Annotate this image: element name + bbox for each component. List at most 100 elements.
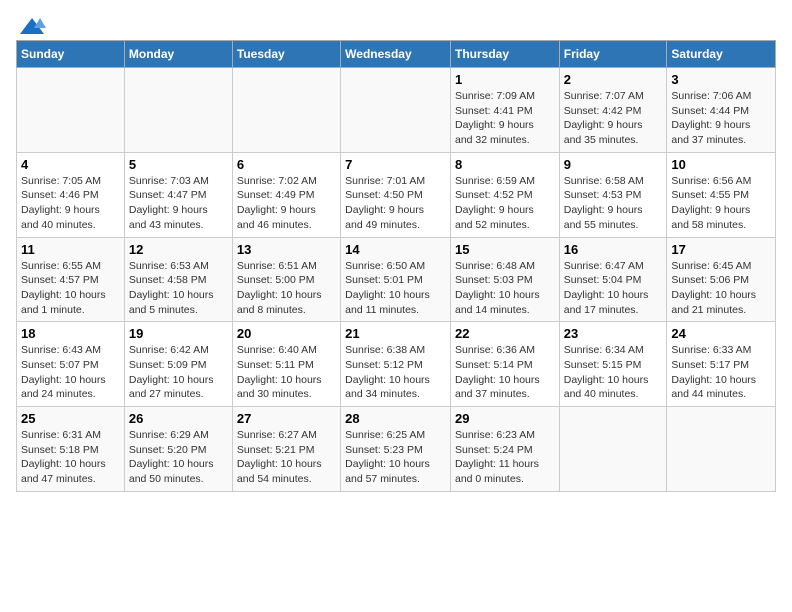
- day-number: 24: [671, 326, 771, 341]
- day-info: Sunrise: 6:45 AM Sunset: 5:06 PM Dayligh…: [671, 259, 771, 318]
- day-info: Sunrise: 7:06 AM Sunset: 4:44 PM Dayligh…: [671, 89, 771, 148]
- day-cell: 21 Sunrise: 6:38 AM Sunset: 5:12 PM Dayli…: [341, 322, 451, 407]
- day-info: Sunrise: 7:09 AM Sunset: 4:41 PM Dayligh…: [455, 89, 555, 148]
- day-info: Sunrise: 7:01 AM Sunset: 4:50 PM Dayligh…: [345, 174, 446, 233]
- day-number: 9: [564, 157, 663, 172]
- day-number: 6: [237, 157, 336, 172]
- day-number: 10: [671, 157, 771, 172]
- day-cell: 15 Sunrise: 6:48 AM Sunset: 5:03 PM Dayli…: [450, 237, 559, 322]
- day-cell: 13 Sunrise: 6:51 AM Sunset: 5:00 PM Dayli…: [232, 237, 340, 322]
- day-info: Sunrise: 6:43 AM Sunset: 5:07 PM Dayligh…: [21, 343, 120, 402]
- day-cell: 23Sunrise: 6:34 AM Sunset: 5:15 PM Dayli…: [559, 322, 667, 407]
- day-number: 12: [129, 242, 228, 257]
- day-info: Sunrise: 7:02 AM Sunset: 4:49 PM Dayligh…: [237, 174, 336, 233]
- day-info: Sunrise: 7:07 AM Sunset: 4:42 PM Dayligh…: [564, 89, 663, 148]
- header-friday: Friday: [559, 41, 667, 68]
- header-row: SundayMondayTuesdayWednesdayThursdayFrid…: [17, 41, 776, 68]
- day-info: Sunrise: 6:56 AM Sunset: 4:55 PM Dayligh…: [671, 174, 771, 233]
- day-number: 21: [345, 326, 446, 341]
- week-row-2: 4 Sunrise: 7:05 AM Sunset: 4:46 PM Daylig…: [17, 152, 776, 237]
- day-info: Sunrise: 6:50 AM Sunset: 5:01 PM Dayligh…: [345, 259, 446, 318]
- day-cell: 8 Sunrise: 6:59 AM Sunset: 4:52 PM Daylig…: [450, 152, 559, 237]
- day-info: Sunrise: 6:38 AM Sunset: 5:12 PM Dayligh…: [345, 343, 446, 402]
- day-cell: [232, 68, 340, 153]
- day-info: Sunrise: 6:58 AM Sunset: 4:53 PM Dayligh…: [564, 174, 663, 233]
- day-number: 29: [455, 411, 555, 426]
- day-number: 26: [129, 411, 228, 426]
- day-number: 3: [671, 72, 771, 87]
- day-cell: 29 Sunrise: 6:23 AM Sunset: 5:24 PM Dayli…: [450, 407, 559, 492]
- day-cell: 10 Sunrise: 6:56 AM Sunset: 4:55 PM Dayli…: [667, 152, 776, 237]
- day-cell: 4 Sunrise: 7:05 AM Sunset: 4:46 PM Daylig…: [17, 152, 125, 237]
- calendar-table: SundayMondayTuesdayWednesdayThursdayFrid…: [16, 40, 776, 492]
- day-number: 5: [129, 157, 228, 172]
- day-number: 17: [671, 242, 771, 257]
- day-cell: 18 Sunrise: 6:43 AM Sunset: 5:07 PM Dayli…: [17, 322, 125, 407]
- day-info: Sunrise: 6:42 AM Sunset: 5:09 PM Dayligh…: [129, 343, 228, 402]
- week-row-3: 11 Sunrise: 6:55 AM Sunset: 4:57 PM Dayli…: [17, 237, 776, 322]
- day-info: Sunrise: 6:48 AM Sunset: 5:03 PM Dayligh…: [455, 259, 555, 318]
- day-number: 25: [21, 411, 120, 426]
- day-cell: [17, 68, 125, 153]
- day-number: 1: [455, 72, 555, 87]
- header-monday: Monday: [124, 41, 232, 68]
- day-cell: [559, 407, 667, 492]
- day-cell: 19Sunrise: 6:42 AM Sunset: 5:09 PM Dayli…: [124, 322, 232, 407]
- day-number: 18: [21, 326, 120, 341]
- day-info: Sunrise: 6:29 AM Sunset: 5:20 PM Dayligh…: [129, 428, 228, 487]
- day-cell: 28 Sunrise: 6:25 AM Sunset: 5:23 PM Dayli…: [341, 407, 451, 492]
- day-number: 28: [345, 411, 446, 426]
- day-cell: 20 Sunrise: 6:40 AM Sunset: 5:11 PM Dayli…: [232, 322, 340, 407]
- day-number: 11: [21, 242, 120, 257]
- day-cell: 2Sunrise: 7:07 AM Sunset: 4:42 PM Daylig…: [559, 68, 667, 153]
- day-number: 16: [564, 242, 663, 257]
- day-number: 13: [237, 242, 336, 257]
- header-tuesday: Tuesday: [232, 41, 340, 68]
- day-info: Sunrise: 6:59 AM Sunset: 4:52 PM Dayligh…: [455, 174, 555, 233]
- day-number: 20: [237, 326, 336, 341]
- day-info: Sunrise: 6:55 AM Sunset: 4:57 PM Dayligh…: [21, 259, 120, 318]
- day-info: Sunrise: 6:25 AM Sunset: 5:23 PM Dayligh…: [345, 428, 446, 487]
- header-wednesday: Wednesday: [341, 41, 451, 68]
- week-row-1: 1 Sunrise: 7:09 AM Sunset: 4:41 PM Daylig…: [17, 68, 776, 153]
- day-cell: 11 Sunrise: 6:55 AM Sunset: 4:57 PM Dayli…: [17, 237, 125, 322]
- day-cell: 27 Sunrise: 6:27 AM Sunset: 5:21 PM Dayli…: [232, 407, 340, 492]
- day-info: Sunrise: 6:40 AM Sunset: 5:11 PM Dayligh…: [237, 343, 336, 402]
- day-cell: [124, 68, 232, 153]
- day-number: 23: [564, 326, 663, 341]
- day-number: 4: [21, 157, 120, 172]
- day-cell: 12 Sunrise: 6:53 AM Sunset: 4:58 PM Dayli…: [124, 237, 232, 322]
- day-info: Sunrise: 6:23 AM Sunset: 5:24 PM Dayligh…: [455, 428, 555, 487]
- day-number: 22: [455, 326, 555, 341]
- header-thursday: Thursday: [450, 41, 559, 68]
- day-info: Sunrise: 6:36 AM Sunset: 5:14 PM Dayligh…: [455, 343, 555, 402]
- day-info: Sunrise: 6:31 AM Sunset: 5:18 PM Dayligh…: [21, 428, 120, 487]
- day-cell: 16 Sunrise: 6:47 AM Sunset: 5:04 PM Dayli…: [559, 237, 667, 322]
- week-row-5: 25 Sunrise: 6:31 AM Sunset: 5:18 PM Dayli…: [17, 407, 776, 492]
- week-row-4: 18 Sunrise: 6:43 AM Sunset: 5:07 PM Dayli…: [17, 322, 776, 407]
- day-cell: [667, 407, 776, 492]
- logo-icon: [18, 16, 46, 36]
- day-cell: 7 Sunrise: 7:01 AM Sunset: 4:50 PM Daylig…: [341, 152, 451, 237]
- header-sunday: Sunday: [17, 41, 125, 68]
- day-cell: 5Sunrise: 7:03 AM Sunset: 4:47 PM Daylig…: [124, 152, 232, 237]
- day-number: 15: [455, 242, 555, 257]
- day-info: Sunrise: 6:33 AM Sunset: 5:17 PM Dayligh…: [671, 343, 771, 402]
- day-info: Sunrise: 6:47 AM Sunset: 5:04 PM Dayligh…: [564, 259, 663, 318]
- day-number: 14: [345, 242, 446, 257]
- day-number: 8: [455, 157, 555, 172]
- day-cell: [341, 68, 451, 153]
- page-header: [16, 16, 776, 30]
- day-cell: 17 Sunrise: 6:45 AM Sunset: 5:06 PM Dayli…: [667, 237, 776, 322]
- day-cell: 3 Sunrise: 7:06 AM Sunset: 4:44 PM Daylig…: [667, 68, 776, 153]
- day-info: Sunrise: 7:05 AM Sunset: 4:46 PM Dayligh…: [21, 174, 120, 233]
- day-info: Sunrise: 6:51 AM Sunset: 5:00 PM Dayligh…: [237, 259, 336, 318]
- day-cell: 26 Sunrise: 6:29 AM Sunset: 5:20 PM Dayli…: [124, 407, 232, 492]
- day-number: 27: [237, 411, 336, 426]
- day-info: Sunrise: 6:53 AM Sunset: 4:58 PM Dayligh…: [129, 259, 228, 318]
- day-cell: 9 Sunrise: 6:58 AM Sunset: 4:53 PM Daylig…: [559, 152, 667, 237]
- day-info: Sunrise: 6:27 AM Sunset: 5:21 PM Dayligh…: [237, 428, 336, 487]
- header-saturday: Saturday: [667, 41, 776, 68]
- day-number: 7: [345, 157, 446, 172]
- logo: [16, 16, 46, 30]
